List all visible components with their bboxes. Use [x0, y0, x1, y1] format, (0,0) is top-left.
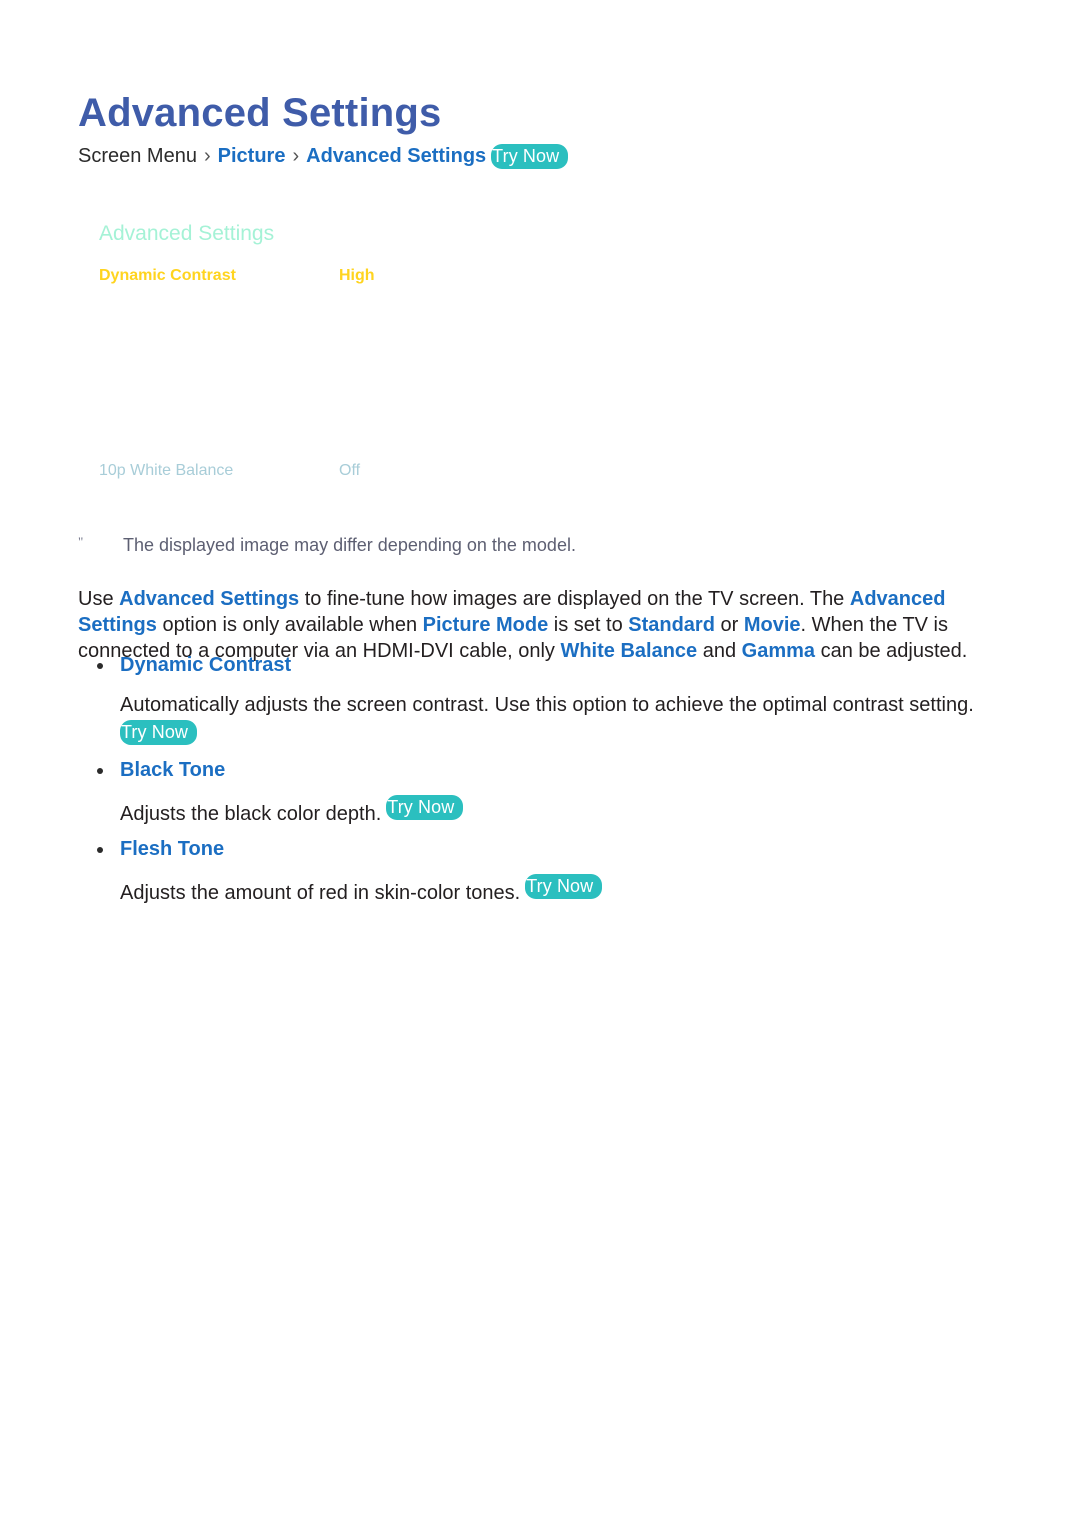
intro-text-b: to fine-tune how images are displayed on… [299, 588, 850, 610]
mockup-row-value: Off [339, 462, 361, 479]
mockup-row-value: High [339, 267, 375, 284]
keyword-movie[interactable]: Movie [744, 614, 801, 636]
section-body-text: Adjusts the amount of red in skin-color … [120, 882, 521, 904]
section-dynamic-contrast: Dynamic Contrast Automatically adjusts t… [78, 652, 1008, 754]
section-body-text: Adjusts the black color depth. [120, 803, 382, 825]
keyword-advanced-settings[interactable]: Advanced Settings [119, 588, 299, 610]
mockup-row-label: 10p White Balance [99, 462, 234, 479]
mockup-row-dynamic-contrast[interactable]: Dynamic Contrast High [99, 265, 519, 287]
breadcrumb: Screen Menu › Picture › Advanced Setting… [78, 143, 569, 169]
section-body: Automatically adjusts the screen contras… [78, 690, 1008, 754]
section-black-tone: Black Tone Adjusts the black color depth… [78, 757, 1008, 829]
intro-text-d: is set to [548, 614, 629, 636]
model-note: " The displayed image may differ dependi… [78, 532, 576, 558]
section-heading: Black Tone [78, 757, 1008, 783]
mockup-row-label: Dynamic Contrast [99, 267, 236, 284]
section-heading: Flesh Tone [78, 836, 1008, 862]
section-body: Adjusts the black color depth. Try Now [78, 795, 1008, 829]
section-heading: Dynamic Contrast [78, 652, 1008, 678]
section-body-text: Automatically adjusts the screen contras… [120, 694, 974, 716]
try-now-badge-flesh-tone[interactable]: Try Now [525, 874, 603, 899]
keyword-standard[interactable]: Standard [628, 614, 715, 636]
breadcrumb-link-picture[interactable]: Picture [218, 143, 286, 169]
tv-menu-mockup: Advanced Settings Dynamic Contrast High … [78, 205, 638, 515]
intro-text-c: option is only available when [156, 614, 423, 636]
mockup-panel-title: Advanced Settings [99, 222, 275, 245]
try-now-badge-breadcrumb[interactable]: Try Now [491, 143, 569, 169]
keyword-picture-mode[interactable]: Picture Mode [423, 614, 549, 636]
mockup-row-10p-white-balance[interactable]: 10p White Balance Off [99, 460, 519, 482]
chevron-right-icon: › [292, 145, 300, 167]
intro-text-e: or [714, 614, 744, 636]
section-body: Adjusts the amount of red in skin-color … [78, 874, 1008, 908]
section-flesh-tone: Flesh Tone Adjusts the amount of red in … [78, 836, 1008, 908]
chevron-right-icon: › [203, 145, 211, 167]
breadcrumb-root: Screen Menu [78, 145, 197, 167]
page-title: Advanced Settings [78, 90, 442, 135]
document-page: Advanced Settings Screen Menu › Picture … [0, 0, 1080, 1527]
model-note-text: The displayed image may differ depending… [123, 535, 576, 555]
quote-mark-icon: " [78, 534, 84, 549]
breadcrumb-link-advanced-settings[interactable]: Advanced Settings [306, 143, 486, 169]
try-now-badge-dynamic-contrast[interactable]: Try Now [120, 720, 198, 745]
intro-text-a: Use [78, 588, 120, 610]
try-now-badge-black-tone[interactable]: Try Now [386, 795, 464, 820]
